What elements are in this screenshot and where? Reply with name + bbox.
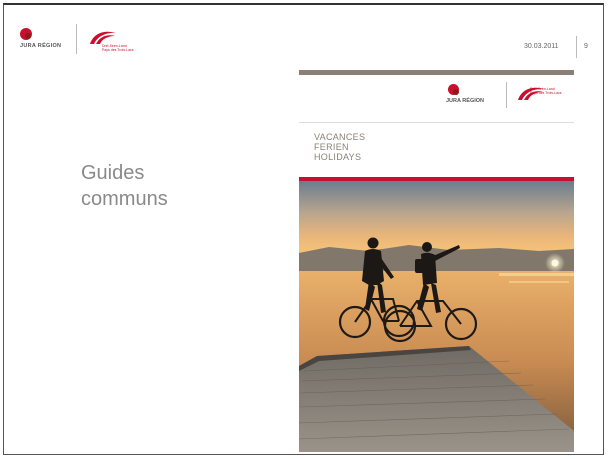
cover-three-lakes-logo-text: Drei-Seen-Land Pays des Trois-Lacs — [530, 87, 562, 95]
sunset-cyclists-on-pier-image — [299, 181, 574, 452]
cover-jura-region-logo-inner-icon — [453, 89, 459, 95]
cover-title-line-2: FERIEN — [314, 142, 349, 152]
page-number: 9 — [584, 43, 588, 50]
header-logo: JURA RÉGION Drei-Seen-Land Pays des Troi… — [20, 24, 160, 62]
cover-title-line-3: HOLIDAYS — [314, 152, 362, 162]
page-number-separator — [576, 36, 577, 58]
jura-region-logo-inner-icon — [25, 33, 31, 39]
slide-date: 30.03.2011 — [524, 43, 559, 50]
three-lakes-logo-text: Drei-Seen-Land Pays des Trois-Lacs — [102, 44, 134, 52]
cover-top-bar — [299, 70, 574, 75]
slide-title-line-2: communs — [81, 188, 168, 210]
slide-title-line-1: Guides — [81, 162, 145, 184]
logo-separator — [76, 24, 77, 54]
cover-title: VACANCES FERIEN HOLIDAYS — [314, 132, 365, 162]
cover-title-line-1: VACANCES — [314, 132, 366, 142]
cover-jura-region-logo-text: JURA RÉGION — [446, 98, 484, 104]
brochure-cover: JURA RÉGION Drei-Seen-Land Pays des Troi… — [299, 70, 574, 452]
jura-region-logo-text: JURA RÉGION — [20, 43, 62, 49]
cover-divider — [299, 122, 574, 123]
cover-logo-separator — [506, 82, 507, 108]
slide-title: Guides communs — [81, 160, 168, 212]
cover-logo: JURA RÉGION Drei-Seen-Land Pays des Troi… — [446, 82, 574, 116]
